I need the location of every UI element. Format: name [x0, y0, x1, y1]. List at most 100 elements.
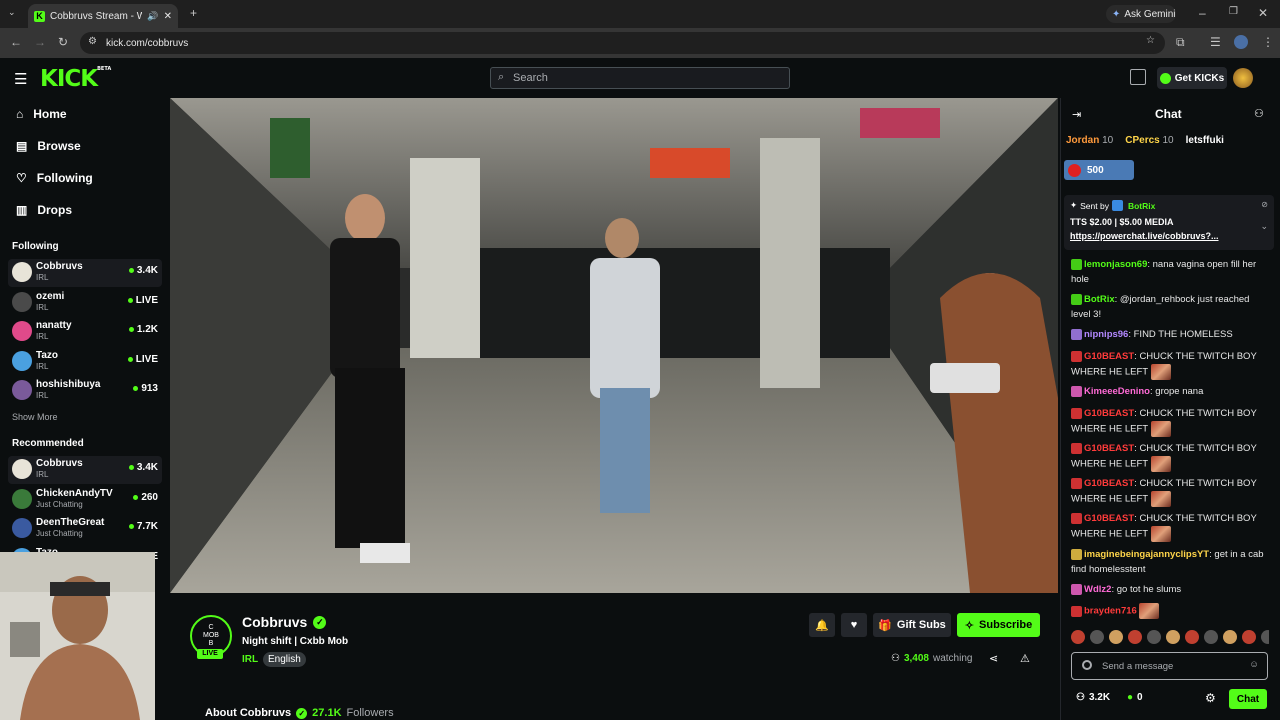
ask-gemini-button[interactable]: ✦ Ask Gemini — [1106, 5, 1176, 23]
sidebar-channel-cobbruvs[interactable]: Cobbruvs IRL 3.4K — [8, 259, 162, 287]
emote-shortcut-icon[interactable] — [1242, 630, 1256, 644]
emote-shortcut-icon[interactable] — [1204, 630, 1218, 644]
site-info-icon[interactable]: ⚙ — [88, 36, 97, 47]
sub-badge-icon — [1071, 328, 1082, 340]
unpin-icon[interactable]: ⊘ — [1261, 200, 1268, 209]
collapse-chat-icon[interactable]: ⇥ — [1072, 108, 1081, 121]
live-dot-icon — [128, 327, 134, 332]
extensions-icon[interactable]: ⧉ — [1176, 35, 1185, 50]
emote-icon — [1139, 603, 1160, 619]
sidebar-channel-deenthegreat[interactable]: DeenTheGreat Just Chatting 7.7K — [8, 515, 162, 543]
leaderboard-entry[interactable]: CPercs 10 — [1125, 135, 1173, 146]
profile-avatar-icon[interactable] — [1234, 35, 1248, 49]
hamburger-menu-icon[interactable]: ☰ — [14, 70, 27, 88]
follow-button[interactable]: ♥ — [841, 613, 867, 637]
theater-mode-icon[interactable] — [1130, 69, 1146, 85]
sidebar-channel-hoshishibuya[interactable]: hoshishibuya IRL 913 — [8, 377, 162, 405]
emote-shortcut-icon[interactable] — [1128, 630, 1142, 644]
chat-username[interactable]: lemonjason69 — [1084, 259, 1147, 270]
browser-tab[interactable]: K Cobbruvs Stream - Watch L 🔊 ✕ — [28, 4, 178, 28]
kicks-balance[interactable]: ● 0 — [1127, 692, 1143, 703]
nav-browse[interactable]: ▤ Browse — [16, 139, 81, 153]
chat-username[interactable]: G10BEAST — [1084, 351, 1134, 362]
chat-username[interactable]: brayden716 — [1084, 606, 1137, 617]
chat-username[interactable]: G10BEAST — [1084, 513, 1134, 524]
emote-shortcut-icon[interactable] — [1261, 630, 1269, 644]
bookmark-star-icon[interactable]: ☆ — [1146, 35, 1155, 46]
chat-settings-gear-icon[interactable]: ⚙ — [1205, 691, 1216, 705]
show-more-link[interactable]: Show More — [12, 412, 58, 422]
search-input[interactable]: ⌕ Search — [490, 67, 790, 89]
chat-username[interactable]: G10BEAST — [1084, 443, 1134, 454]
goal-bar[interactable]: 500 — [1064, 160, 1134, 180]
chat-username[interactable]: G10BEAST — [1084, 478, 1134, 489]
heart-icon: ♥ — [850, 619, 858, 631]
chat-username[interactable]: BotRix — [1084, 294, 1115, 305]
nav-drops[interactable]: ▥ Drops — [16, 203, 72, 217]
channel-category: IRL — [36, 273, 49, 282]
chat-username[interactable]: Wdlz2 — [1084, 584, 1111, 595]
chat-badge-icon[interactable] — [1082, 660, 1092, 670]
user-avatar[interactable] — [1233, 68, 1253, 88]
sub-badge-icon — [1071, 385, 1082, 397]
nav-home[interactable]: ⌂ Home — [16, 107, 67, 121]
sidebar-channel-chickenandytv[interactable]: ChickenAndyTV Just Chatting 260 — [8, 486, 162, 514]
back-icon[interactable]: ← — [10, 35, 22, 49]
reading-list-icon[interactable]: ☰ — [1210, 35, 1221, 49]
emote-shortcut-icon[interactable] — [1090, 630, 1104, 644]
chat-message-input[interactable]: Send a message ☺ — [1071, 652, 1268, 680]
sidebar-channel-cobbruvs[interactable]: Cobbruvs IRL 3.4K — [8, 456, 162, 484]
chat-username[interactable]: KimeeeDenino — [1084, 386, 1150, 397]
leaderboard-entry[interactable]: letsffuki — [1186, 135, 1224, 146]
recommended-heading: Recommended — [12, 438, 84, 449]
chat-username[interactable]: imaginebeingajannyclipsYT — [1084, 549, 1209, 560]
emote-shortcut-icon[interactable] — [1166, 630, 1180, 644]
share-icon[interactable]: ⋖ — [989, 652, 998, 665]
language-tag[interactable]: English — [263, 652, 306, 667]
pinned-link[interactable]: https://powerchat.live/cobbruvs?... — [1070, 231, 1219, 241]
chat-send-button[interactable]: Chat — [1229, 689, 1267, 709]
notification-bell-button[interactable]: 🔔 — [809, 613, 835, 637]
new-tab-icon[interactable]: + — [190, 6, 197, 20]
tab-search-icon[interactable]: ⌄ — [8, 7, 16, 18]
emote-shortcut-icon[interactable] — [1071, 630, 1085, 644]
emote-shortcut-icon[interactable] — [1109, 630, 1123, 644]
chat-users-icon[interactable]: ⚇ — [1254, 107, 1264, 120]
gift-subs-button[interactable]: 🎁 Gift Subs — [873, 613, 951, 637]
forward-icon[interactable]: → — [34, 35, 46, 49]
tab-audio-icon[interactable]: 🔊 — [147, 11, 158, 22]
tab-close-icon[interactable]: ✕ — [164, 11, 172, 22]
pinned-message[interactable]: ✦ Sent by BotRix TTS $2.00 | $5.00 MEDIA… — [1064, 195, 1274, 250]
chat-viewer-count: ⚇ 3.2K — [1076, 692, 1111, 703]
ask-gemini-label: Ask Gemini — [1124, 8, 1176, 20]
category-link[interactable]: IRL — [242, 654, 258, 665]
chat-username[interactable]: nipnips96 — [1084, 329, 1128, 340]
emote-shortcut-icon[interactable] — [1223, 630, 1237, 644]
chat-username[interactable]: G10BEAST — [1084, 408, 1134, 419]
leaderboard-entry[interactable]: Jordan 10 — [1066, 135, 1113, 146]
nav-following[interactable]: ♡ Following — [16, 171, 93, 185]
browser-menu-icon[interactable]: ⋮ — [1262, 35, 1274, 49]
kick-logo[interactable]: KICKBETA — [40, 66, 111, 92]
minimize-icon[interactable]: – — [1199, 6, 1206, 20]
emote-shortcut-icon[interactable] — [1185, 630, 1199, 644]
expand-chevron-icon[interactable]: ⌄ — [1260, 221, 1268, 232]
emoji-picker-icon[interactable]: ☺ — [1249, 659, 1259, 670]
channel-category: Just Chatting — [36, 499, 83, 509]
drops-icon: ▥ — [16, 203, 28, 217]
maximize-icon[interactable]: ❐ — [1229, 6, 1238, 17]
get-kicks-button[interactable]: Get KICKs — [1157, 67, 1227, 89]
subscribe-button[interactable]: ✧ Subscribe — [957, 613, 1040, 637]
window-close-icon[interactable]: ✕ — [1258, 6, 1268, 20]
sidebar-channel-nanatty[interactable]: nanatty IRL 1.2K — [8, 318, 162, 346]
video-player[interactable] — [170, 98, 1058, 593]
channel-name[interactable]: Cobbruvs — [242, 614, 307, 630]
report-icon[interactable]: ⚠ — [1020, 652, 1030, 665]
address-bar[interactable]: ⚙ kick.com/cobbruvs ☆ — [80, 32, 1165, 54]
emote-shortcut-icon[interactable] — [1147, 630, 1161, 644]
sidebar-channel-ozemi[interactable]: ozemi IRL LIVE — [8, 289, 162, 317]
reload-icon[interactable]: ↻ — [58, 35, 68, 49]
pin-icon: ✦ — [1070, 200, 1078, 210]
gemini-icon: ✦ — [1112, 8, 1121, 20]
sidebar-channel-tazo[interactable]: Tazo IRL LIVE — [8, 348, 162, 376]
